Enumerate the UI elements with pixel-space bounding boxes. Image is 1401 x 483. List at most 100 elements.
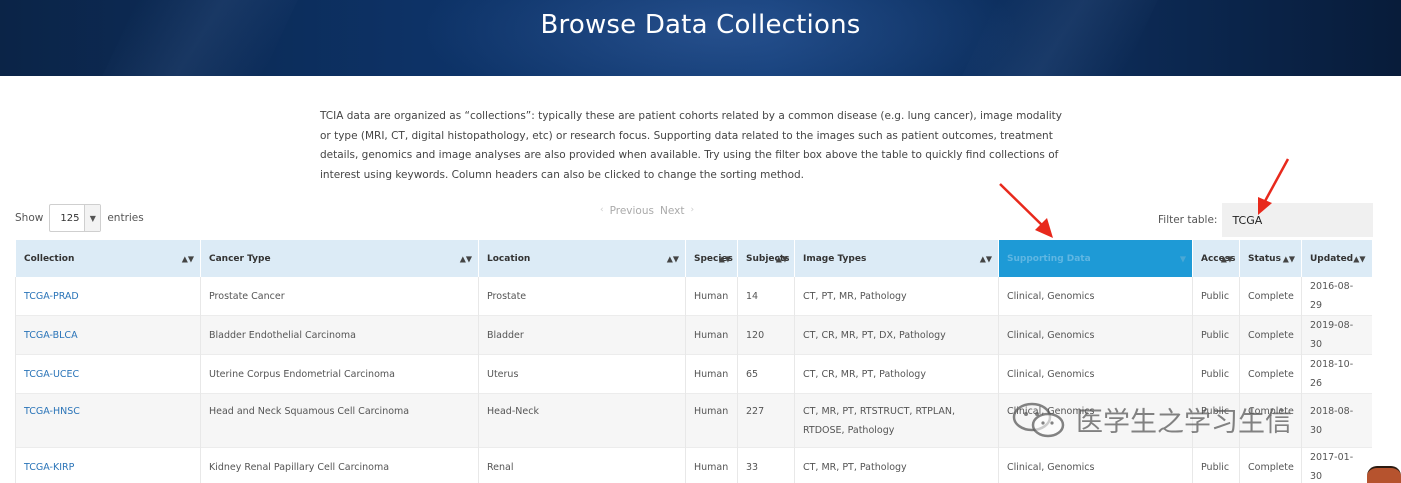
sort-icon: ▲▼: [1353, 254, 1366, 263]
updated-cell: 2018-08-30: [1301, 393, 1372, 448]
subjects-cell: 120: [737, 315, 795, 355]
location-cell: Bladder: [478, 315, 686, 355]
image-types-cell: CT, CR, MR, PT, Pathology: [794, 354, 999, 394]
collection-link[interactable]: TCGA-BLCA: [15, 315, 201, 355]
sort-icon: ▲▼: [459, 254, 472, 263]
updated-cell: 2017-01-30: [1301, 447, 1372, 483]
species-cell: Human: [685, 277, 738, 316]
updated-cell: 2016-08-29: [1301, 277, 1372, 316]
access-cell: Public: [1192, 354, 1240, 394]
subjects-cell: 14: [737, 277, 795, 316]
column-header-cancer-type[interactable]: Cancer Type ▲▼: [200, 240, 479, 277]
next-button[interactable]: Next: [660, 205, 684, 217]
access-cell: Public: [1192, 277, 1240, 316]
access-cell: Public: [1192, 315, 1240, 355]
location-cell: Uterus: [478, 354, 686, 394]
previous-button[interactable]: Previous: [610, 205, 654, 217]
subjects-cell: 227: [737, 393, 795, 448]
sort-icon: ▲▼: [979, 254, 992, 263]
pagination: ‹ Previous Next ›: [600, 205, 694, 217]
filter-label: Filter table:: [1158, 214, 1218, 226]
supporting-data-cell: Clinical, Genomics: [998, 315, 1193, 355]
column-header-label: Status: [1248, 253, 1281, 264]
entries-per-page-select[interactable]: 125 ▼: [49, 204, 102, 232]
column-header-label: Image Types: [803, 253, 867, 264]
species-cell: Human: [685, 447, 738, 483]
collection-link[interactable]: TCGA-PRAD: [15, 277, 201, 316]
access-cell: Public: [1192, 447, 1240, 483]
column-header-image-types[interactable]: Image Types ▲▼: [794, 240, 999, 277]
chevron-down-icon[interactable]: ▼: [84, 205, 101, 231]
column-header-label: Cancer Type: [209, 253, 271, 264]
column-header-label: Location: [487, 253, 531, 264]
column-header-collection[interactable]: Collection ▲▼: [15, 240, 201, 277]
updated-cell: 2019-08-30: [1301, 315, 1372, 355]
column-header-status[interactable]: Status ▲▼: [1239, 240, 1302, 277]
image-types-cell: CT, MR, PT, RTSTRUCT, RTPLAN, RTDOSE, Pa…: [794, 393, 999, 448]
table-header-row: Collection ▲▼ Cancer Type ▲▼ Location ▲▼ Sp…: [15, 240, 1372, 277]
intro-text: TCIA data are organized as “collections”…: [320, 110, 1063, 181]
location-cell: Head-Neck: [478, 393, 686, 448]
column-header-species[interactable]: Species ▲▼: [685, 240, 738, 277]
column-header-updated[interactable]: Updated ▲▼: [1301, 240, 1372, 277]
cancer-type-cell: Prostate Cancer: [200, 277, 479, 316]
collection-link[interactable]: TCGA-UCEC: [15, 354, 201, 394]
table-filter: Filter table:: [1158, 203, 1374, 237]
sort-icon: ▲▼: [1220, 254, 1233, 263]
table-row: TCGA-PRAD Prostate Cancer Prostate Human…: [15, 277, 1372, 316]
watermark: 医学生之学习生信: [1010, 400, 1292, 439]
chevron-right-icon: ›: [690, 205, 695, 215]
species-cell: Human: [685, 393, 738, 448]
subjects-cell: 65: [737, 354, 795, 394]
watermark-text: 医学生之学习生信: [1076, 407, 1292, 438]
table-row: TCGA-BLCA Bladder Endothelial Carcinoma …: [15, 315, 1372, 355]
image-types-cell: CT, CR, MR, PT, DX, Pathology: [794, 315, 999, 355]
image-types-cell: CT, PT, MR, Pathology: [794, 277, 999, 316]
species-cell: Human: [685, 354, 738, 394]
status-cell: Complete: [1239, 315, 1302, 355]
column-header-label: Updated: [1310, 253, 1354, 264]
sort-icon: ▲▼: [775, 254, 788, 263]
column-header-access[interactable]: Access ▲▼: [1192, 240, 1240, 277]
updated-cell: 2018-10-26: [1301, 354, 1372, 394]
collections-table: Collection ▲▼ Cancer Type ▲▼ Location ▲▼ Sp…: [15, 240, 1372, 483]
entries-label: entries: [107, 212, 144, 224]
collection-link[interactable]: TCGA-HNSC: [15, 393, 201, 448]
length-control: Show 125 ▼ entries: [15, 204, 144, 232]
column-header-location[interactable]: Location ▲▼: [478, 240, 686, 277]
sort-icon: ▲▼: [718, 254, 731, 263]
sort-icon: ▲▼: [1282, 254, 1295, 263]
wechat-icon: [1012, 402, 1065, 437]
column-header-label: Collection: [24, 253, 75, 264]
subjects-cell: 33: [737, 447, 795, 483]
status-cell: Complete: [1239, 354, 1302, 394]
column-header-label: Supporting Data: [1007, 253, 1091, 264]
page-banner: Browse Data Collections: [0, 0, 1401, 76]
cancer-type-cell: Uterine Corpus Endometrial Carcinoma: [200, 354, 479, 394]
supporting-data-cell: Clinical, Genomics: [998, 354, 1193, 394]
column-header-supporting-data[interactable]: Supporting Data ▼: [998, 240, 1193, 277]
species-cell: Human: [685, 315, 738, 355]
location-cell: Renal: [478, 447, 686, 483]
sort-icon: ▲▼: [181, 254, 194, 263]
cancer-type-cell: Kidney Renal Papillary Cell Carcinoma: [200, 447, 479, 483]
cancer-type-cell: Head and Neck Squamous Cell Carcinoma: [200, 393, 479, 448]
filter-input[interactable]: [1222, 203, 1374, 237]
mascot-image: [1367, 466, 1401, 483]
table-row: TCGA-UCEC Uterine Corpus Endometrial Car…: [15, 354, 1372, 394]
sort-icon: ▲▼: [666, 254, 679, 263]
status-cell: Complete: [1239, 277, 1302, 316]
image-types-cell: CT, MR, PT, Pathology: [794, 447, 999, 483]
entries-per-page-value: 125: [60, 212, 80, 224]
supporting-data-cell: Clinical, Genomics: [998, 447, 1193, 483]
show-label: Show: [15, 212, 44, 224]
collection-link[interactable]: TCGA-KIRP: [15, 447, 201, 483]
column-header-subjects[interactable]: Subjects ▲▼: [737, 240, 795, 277]
supporting-data-cell: Clinical, Genomics: [998, 277, 1193, 316]
location-cell: Prostate: [478, 277, 686, 316]
chevron-left-icon: ‹: [600, 205, 604, 215]
sort-icon: ▼: [1179, 254, 1186, 263]
page-title: Browse Data Collections: [540, 10, 861, 40]
table-row: TCGA-KIRP Kidney Renal Papillary Cell Ca…: [15, 447, 1372, 483]
status-cell: Complete: [1239, 447, 1302, 483]
